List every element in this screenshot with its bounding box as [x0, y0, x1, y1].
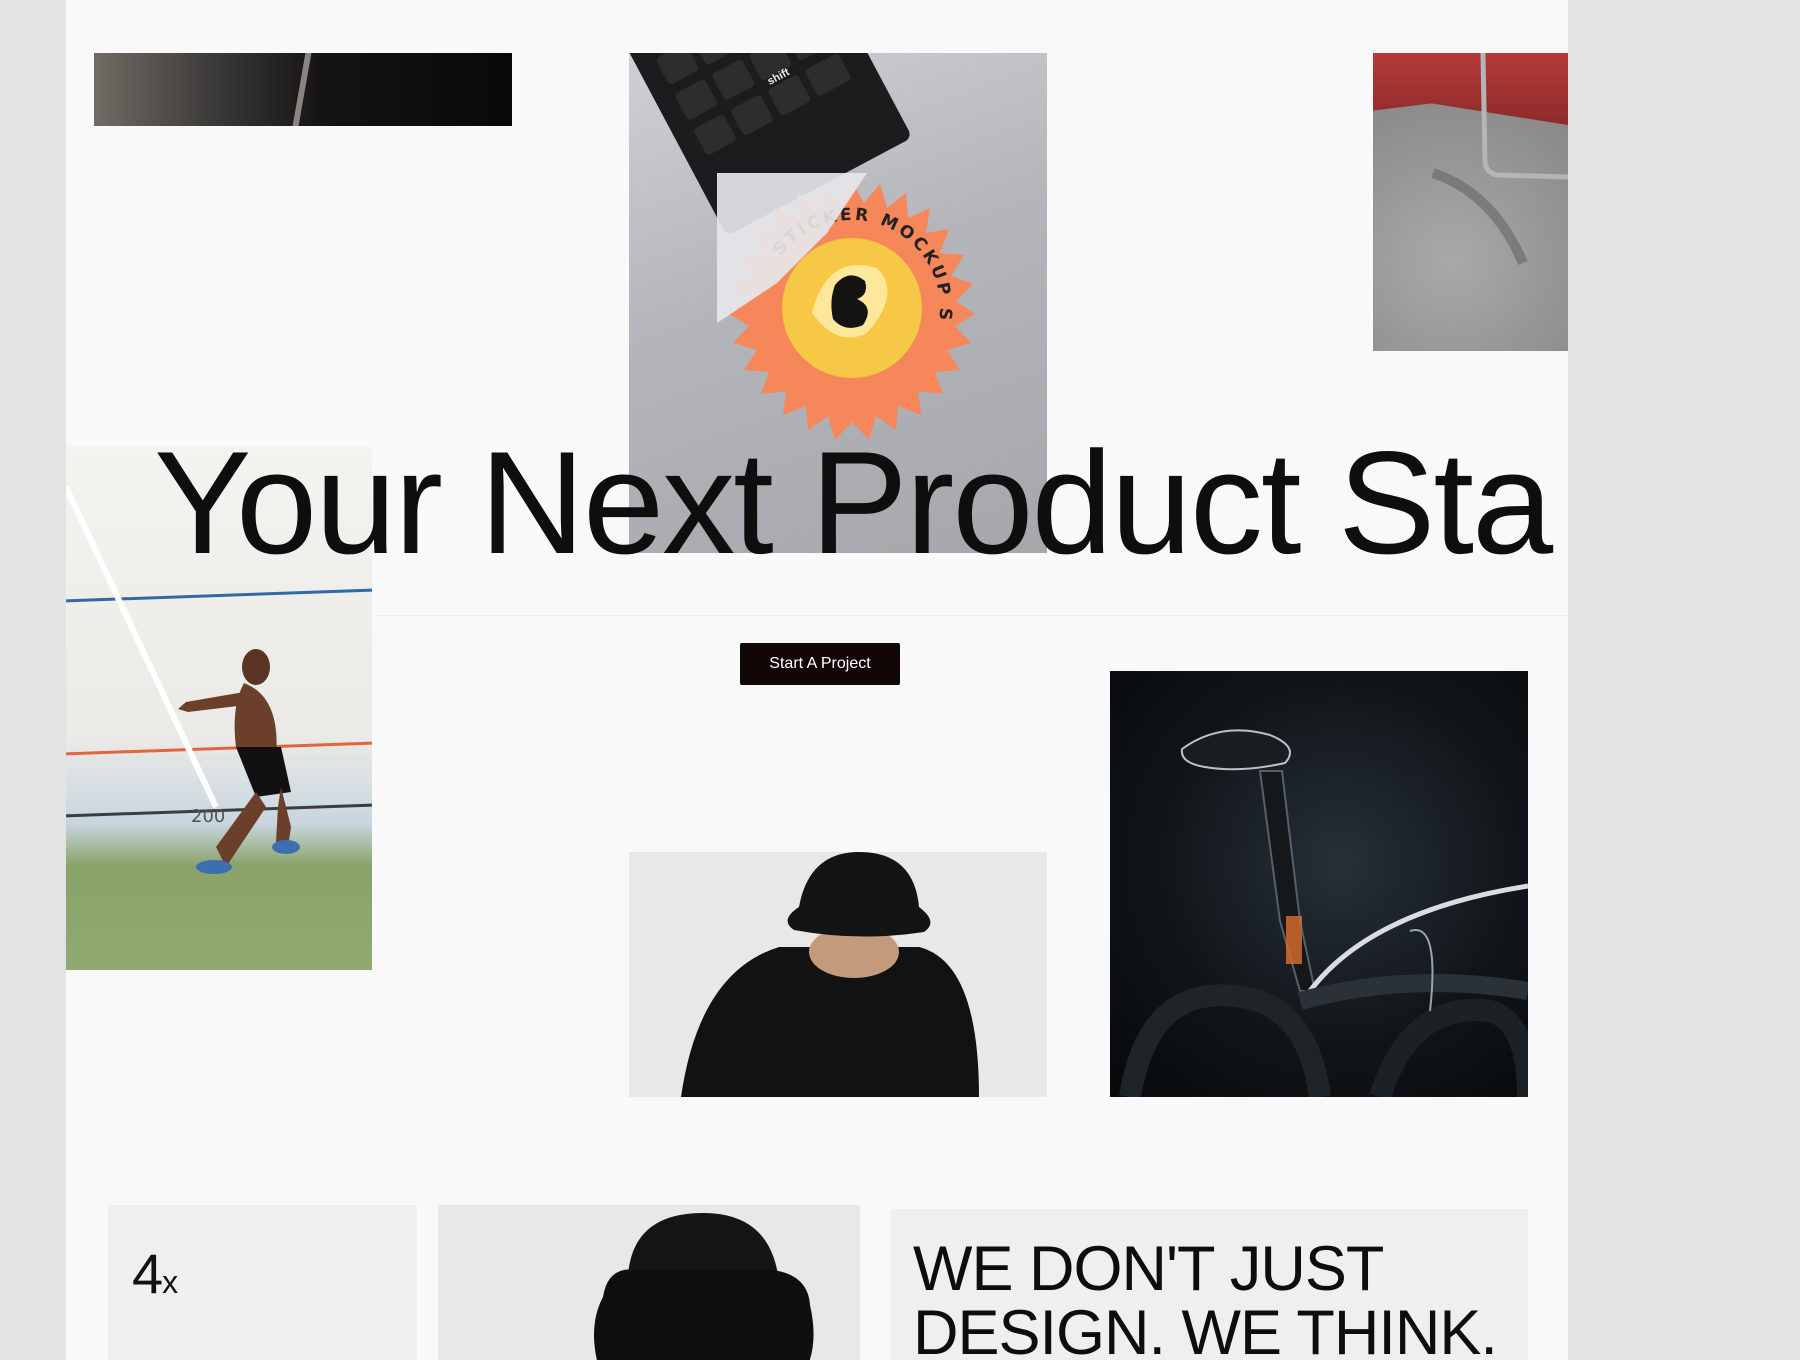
page: shift STICKER MOCKUP S 200: [66, 0, 1568, 1360]
stat-value: 4x: [132, 1241, 178, 1306]
bucket-hat-image: [594, 1213, 814, 1360]
divider: [376, 615, 1568, 616]
stat-unit: x: [162, 1264, 178, 1300]
quote-text: WE DON'T JUST DESIGN. WE THINK.: [913, 1237, 1513, 1360]
sticker-badge-icon: STICKER MOCKUP S: [717, 173, 975, 440]
quote-card: WE DON'T JUST DESIGN. WE THINK.: [891, 1209, 1528, 1360]
stat-number: 4: [132, 1242, 163, 1305]
stat-card: 4x: [108, 1205, 417, 1360]
gallery-image-chair-detail: [94, 53, 512, 126]
hero-headline: Your Next Product Sta: [154, 421, 1553, 584]
gallery-image-book-stand: [1373, 53, 1568, 351]
gallery-image-bucket-hat-model: [629, 852, 1047, 1097]
gallery-image-bike: [1110, 671, 1528, 1097]
quote-line-2: DESIGN. WE THINK.: [913, 1298, 1498, 1360]
product-card-bucket-hat: [438, 1205, 860, 1360]
start-project-button[interactable]: Start A Project: [740, 643, 900, 685]
quote-line-1: WE DON'T JUST: [913, 1234, 1384, 1304]
track-marking: 200: [191, 806, 225, 827]
